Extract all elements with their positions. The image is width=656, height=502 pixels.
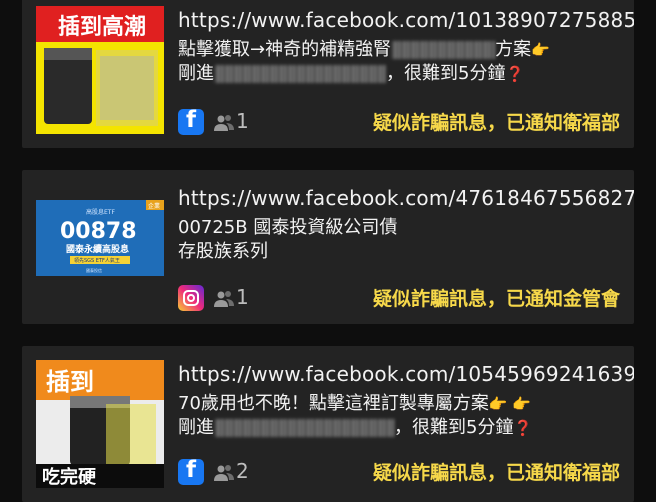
ad-thumbnail[interactable]: 插到 吃完硬 xyxy=(36,360,164,488)
svg-text:插到高潮: 插到高潮 xyxy=(58,14,146,40)
svg-text:吃完硬: 吃完硬 xyxy=(42,466,97,488)
message-text: 點擊獲取→神奇的補精強腎 方案👉 剛進 ，很難到5分鐘❓ xyxy=(178,39,550,84)
facebook-icon: f xyxy=(178,457,204,485)
source-url[interactable]: https://www.facebook.com/476184675568278 xyxy=(178,186,634,210)
report-card[interactable]: 插到高潮 https://www.facebook.com/1013890727… xyxy=(22,0,634,148)
report-card[interactable]: 插到 吃完硬 https://www.facebook.com/10545969… xyxy=(22,346,634,502)
users-icon xyxy=(214,465,234,481)
report-card[interactable]: 企業 高股息ETF 00878 國泰永續高股息 領先SGS ETF人氣王 國泰投… xyxy=(22,170,634,324)
verdict-label: 疑似詐騙訊息，已通知金管會 xyxy=(372,288,620,310)
svg-text:高股息ETF: 高股息ETF xyxy=(86,208,115,216)
card-footer: 1 疑似詐騙訊息，已通知金管會 xyxy=(178,284,620,314)
svg-text:00878: 00878 xyxy=(60,219,137,244)
card-footer: f 2 疑似詐騙訊息，已通知衛福部 xyxy=(178,457,620,488)
instagram-icon xyxy=(178,285,204,311)
svg-text:領先SGS ETF人氣王: 領先SGS ETF人氣王 xyxy=(74,257,120,264)
card-footer: f 1 疑似詐騙訊息，已通知衛福部 xyxy=(178,107,620,138)
svg-text:國泰永續高股息: 國泰永續高股息 xyxy=(66,243,129,255)
report-count: 1 xyxy=(236,285,249,309)
verdict-label: 疑似詐騙訊息，已通知衛福部 xyxy=(372,462,620,484)
svg-text:國泰投信: 國泰投信 xyxy=(86,267,102,273)
source-url[interactable]: https://www.facebook.com/101389072758855 xyxy=(178,8,634,32)
ad-thumbnail[interactable]: 企業 高股息ETF 00878 國泰永續高股息 領先SGS ETF人氣王 國泰投… xyxy=(36,200,164,276)
report-count: 2 xyxy=(236,459,249,483)
users-icon xyxy=(214,115,234,131)
ad-thumbnail[interactable]: 插到高潮 xyxy=(36,6,164,134)
verdict-label: 疑似詐騙訊息，已通知衛福部 xyxy=(372,112,620,134)
message-text: 70歲用也不晚！點擊這裡訂製專屬方案👉 👉 剛進 ，很難到5分鐘❓ xyxy=(178,393,533,438)
report-count: 1 xyxy=(236,109,249,133)
facebook-icon: f xyxy=(178,107,204,135)
svg-text:插到: 插到 xyxy=(46,368,94,396)
users-icon xyxy=(214,291,234,307)
svg-text:企業: 企業 xyxy=(148,202,160,210)
message-text: 00725B 國泰投資級公司債 存股族系列 xyxy=(178,217,398,262)
source-url[interactable]: https://www.facebook.com/105459692416399 xyxy=(178,362,634,386)
